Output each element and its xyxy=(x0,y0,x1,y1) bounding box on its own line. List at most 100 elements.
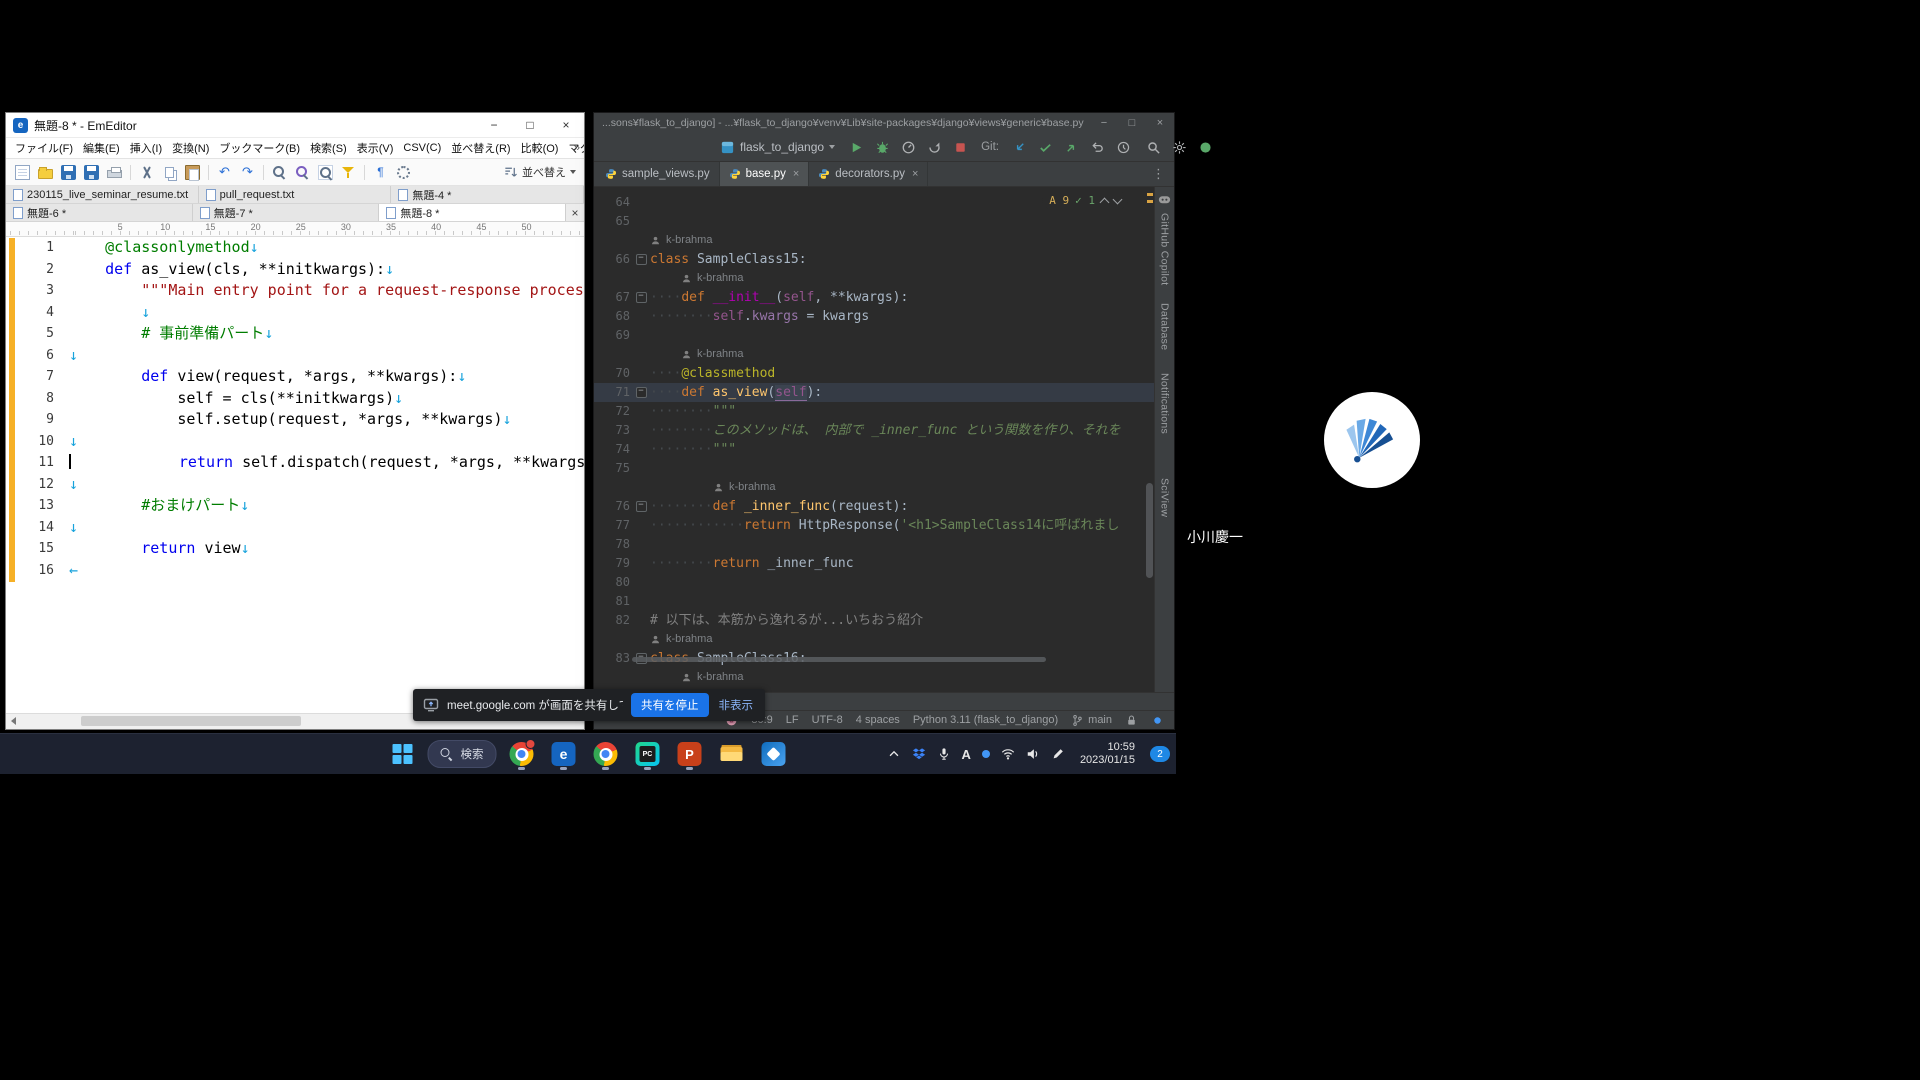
tab-pull_request.txt[interactable]: pull_request.txt xyxy=(199,186,392,203)
tool-window-Database[interactable]: Database xyxy=(1159,303,1171,350)
editor-line[interactable]: 3 """Main entry point for a request-resp… xyxy=(6,280,584,302)
chrome-window-icon[interactable] xyxy=(589,737,623,771)
next-problem-icon[interactable] xyxy=(1113,194,1123,204)
minimize-button[interactable]: − xyxy=(476,113,512,137)
save-all-icon[interactable] xyxy=(81,162,102,183)
close-button[interactable]: × xyxy=(548,113,584,137)
coverage-icon[interactable] xyxy=(925,138,943,156)
editor-line[interactable]: 12↓ xyxy=(6,474,584,496)
close-button[interactable]: × xyxy=(1146,117,1174,129)
editor-line[interactable]: 65 xyxy=(594,212,1154,231)
editor-line[interactable]: 79········return _inner_func xyxy=(594,554,1154,573)
indent-size[interactable]: 4 spaces xyxy=(856,714,900,726)
profiler-icon[interactable] xyxy=(899,138,917,156)
vertical-scrollbar[interactable] xyxy=(1146,483,1153,578)
taskbar-search[interactable]: 検索 xyxy=(428,740,497,768)
menu-編集(E)[interactable]: 編集(E) xyxy=(78,140,125,156)
minimize-button[interactable]: − xyxy=(1090,117,1118,129)
editor-line[interactable]: 16← xyxy=(6,560,584,582)
editor-line[interactable]: 13 #おまけパート↓ xyxy=(6,495,584,517)
menu-検索(S)[interactable]: 検索(S) xyxy=(305,140,352,156)
fold-marker[interactable]: − xyxy=(632,292,650,303)
github-copilot-icon[interactable] xyxy=(1157,192,1172,207)
text-editor[interactable]: 1 @classonlymethod↓2 def as_view(cls, **… xyxy=(6,237,584,713)
pen-icon[interactable] xyxy=(1051,747,1065,761)
save-icon[interactable] xyxy=(58,162,79,183)
taskbar-clock[interactable]: 10:59 2023/01/15 xyxy=(1080,741,1135,767)
maximize-button[interactable]: □ xyxy=(1118,117,1146,129)
tool-window-Notifications[interactable]: Notifications xyxy=(1159,373,1171,434)
editor-line[interactable]: 7 def view(request, *args, **kwargs):↓ xyxy=(6,366,584,388)
menu-overflow-button[interactable]: » xyxy=(574,138,580,158)
editor-line[interactable]: k-brahma xyxy=(594,478,1154,497)
tool-window-SciView[interactable]: SciView xyxy=(1159,478,1171,517)
redo-icon[interactable] xyxy=(237,162,258,183)
menu-比較(O)[interactable]: 比較(O) xyxy=(516,140,564,156)
print-icon[interactable] xyxy=(104,162,125,183)
readonly-lock-icon[interactable] xyxy=(1125,714,1138,727)
tab-無題-7 *[interactable]: 無題-7 * xyxy=(193,204,380,221)
maximize-button[interactable]: □ xyxy=(512,113,548,137)
tab-無題-4 *[interactable]: 無題-4 * xyxy=(391,186,584,203)
wifi-icon[interactable] xyxy=(1001,747,1015,761)
scroll-left-button[interactable] xyxy=(6,714,21,728)
tab-無題-8 *[interactable]: 無題-8 * xyxy=(379,204,566,221)
previous-problem-icon[interactable] xyxy=(1100,197,1110,207)
editor-line[interactable]: k-brahma xyxy=(594,269,1154,288)
debug-icon[interactable] xyxy=(873,138,891,156)
stop-icon[interactable] xyxy=(951,138,969,156)
editor-line[interactable]: 10↓ xyxy=(6,431,584,453)
git-update-icon[interactable] xyxy=(1011,138,1029,156)
line-ending[interactable]: LF xyxy=(786,714,799,726)
tool-window-GitHub Copilot[interactable]: GitHub Copilot xyxy=(1159,213,1171,285)
editor-line[interactable]: 74········""" xyxy=(594,440,1154,459)
menu-変換(N)[interactable]: 変換(N) xyxy=(167,140,214,156)
git-push-icon[interactable] xyxy=(1063,138,1081,156)
tab-base.py[interactable]: base.py× xyxy=(720,162,810,186)
ime-indicator[interactable]: A xyxy=(962,747,971,762)
editor-line[interactable]: 9 self.setup(request, *args, **kwargs)↓ xyxy=(6,409,584,431)
tab-close-button[interactable]: × xyxy=(566,204,584,221)
start-button[interactable] xyxy=(386,737,420,771)
menu-表示(V)[interactable]: 表示(V) xyxy=(352,140,399,156)
filter-icon[interactable] xyxy=(338,162,359,183)
paste-icon[interactable] xyxy=(182,162,203,183)
run-config-selector[interactable]: flask_to_django xyxy=(720,140,835,155)
editor-line[interactable]: k-brahma xyxy=(594,630,1154,649)
settings-icon[interactable] xyxy=(393,162,414,183)
notification-count-badge[interactable]: 2 xyxy=(1150,746,1170,762)
editor-line[interactable]: k-brahma xyxy=(594,231,1154,250)
tab-close-icon[interactable]: × xyxy=(793,168,799,180)
editor-line[interactable]: 81 xyxy=(594,592,1154,611)
volume-icon[interactable] xyxy=(1026,747,1040,761)
tab-230115_live_seminar_resume.txt[interactable]: 230115_live_seminar_resume.txt xyxy=(6,186,199,203)
chrome-icon[interactable] xyxy=(505,737,539,771)
editor-line[interactable]: 11 return self.dispatch(request, *args, … xyxy=(6,452,584,474)
new-file-icon[interactable] xyxy=(12,162,33,183)
menu-ブックマーク(B)[interactable]: ブックマーク(B) xyxy=(214,140,305,156)
stop-sharing-button[interactable]: 共有を停止 xyxy=(631,693,709,717)
menu-挿入(I)[interactable]: 挿入(I) xyxy=(125,140,167,156)
fold-marker[interactable]: − xyxy=(632,501,650,512)
editor-line[interactable]: 73········このメソッドは、 内部で _inner_func という関数… xyxy=(594,421,1154,440)
code-editor[interactable]: 6465k-brahma66−class SampleClass15:k-bra… xyxy=(594,187,1154,692)
editor-line[interactable]: 70····@classmethod xyxy=(594,364,1154,383)
tray-status-dot[interactable] xyxy=(982,750,990,758)
editor-line[interactable]: 78 xyxy=(594,535,1154,554)
file-explorer-icon[interactable] xyxy=(715,737,749,771)
hide-bar-button[interactable]: 非表示 xyxy=(717,693,756,717)
editor-line[interactable]: 71−····def as_view(self): xyxy=(594,383,1154,402)
file-encoding[interactable]: UTF-8 xyxy=(812,714,843,726)
find-in-files-icon[interactable] xyxy=(315,162,336,183)
history-icon[interactable] xyxy=(1115,138,1133,156)
tab-options-icon[interactable]: ⋮ xyxy=(1143,162,1174,186)
editor-line[interactable]: 6↓ xyxy=(6,345,584,367)
editor-line[interactable]: 77············return HttpResponse('<h1>S… xyxy=(594,516,1154,535)
copy-icon[interactable] xyxy=(159,162,180,183)
fold-marker[interactable]: − xyxy=(632,254,650,265)
editor-line[interactable]: 4 ↓ xyxy=(6,302,584,324)
search-icon[interactable] xyxy=(1145,138,1163,156)
tab-sample_views.py[interactable]: sample_views.py xyxy=(596,162,720,186)
scrollbar-thumb[interactable] xyxy=(81,716,301,726)
git-commit-icon[interactable] xyxy=(1037,138,1055,156)
